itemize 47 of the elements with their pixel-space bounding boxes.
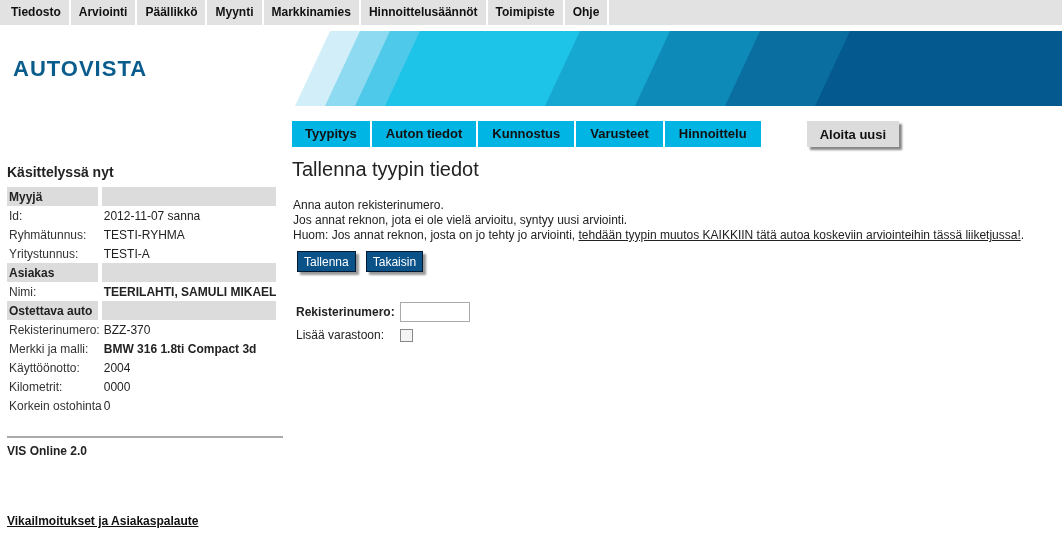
field-label: Yritystunnus:: [8, 245, 80, 263]
field-label: Korkein ostohinta: [8, 397, 102, 415]
field-label: Merkki ja malli:: [8, 340, 90, 358]
menu-item[interactable]: Markkinamies: [263, 0, 361, 25]
sidebar-title: Käsittelyssä nyt: [7, 164, 115, 182]
field-value: 0: [102, 397, 112, 415]
field-label: Id:: [8, 207, 24, 225]
field-value: 0000: [102, 378, 132, 396]
page-heading: Tallenna tyypin tiedot: [292, 158, 480, 181]
menu-item[interactable]: Ohje: [564, 0, 610, 25]
stock-checkbox[interactable]: [400, 328, 413, 342]
menu-item[interactable]: Päällikkö: [137, 0, 208, 25]
registration-input[interactable]: [400, 302, 470, 322]
warning-link[interactable]: tehdään tyypin muutos KAIKKIIN tätä autoa koskeviin arviointeihin tässä liiketjussa!: [578, 228, 1021, 242]
warning-text: Huom: Jos annat reknon, josta on jo tehty jo arviointi, tehdään tyypin muutos KAIKKIIN tätä autoa koskeviin arviointeihin tässä liiketjussa!.: [293, 228, 1026, 243]
version-label: VIS Online 2.0: [7, 444, 89, 458]
field-value: BMW 316 1.8ti Compact 3d: [102, 340, 258, 358]
nav-tab[interactable]: Auton tiedot: [371, 121, 477, 147]
nav-tab[interactable]: Varusteet: [576, 121, 663, 147]
menu-item[interactable]: Toimipiste: [487, 0, 565, 25]
field-value: TESTI-RYHMA: [102, 226, 186, 244]
menu-item[interactable]: Hinnoittelusäännöt: [360, 0, 488, 25]
field-label: Ryhmätunnus:: [8, 226, 88, 244]
nav-tab[interactable]: Kunnostus: [478, 121, 575, 147]
field-label: Kilometrit:: [8, 378, 64, 396]
field-value: 2012-11-07 sanna: [102, 207, 202, 225]
field-label: Nimi:: [8, 283, 38, 301]
nav-tab[interactable]: Hinnoittelu: [664, 121, 761, 147]
info-text: Jos annat reknon, jota ei ole vielä arvioitu, syntyy uusi arviointi.: [293, 213, 629, 228]
feedback-link[interactable]: Vikailmoitukset ja Asiakaspalaute: [7, 514, 292, 528]
menu-item[interactable]: Arviointi: [70, 0, 138, 25]
field-value: TESTI-A: [102, 245, 151, 263]
menu-item[interactable]: Tiedosto: [3, 0, 71, 25]
field-value: TEERILAHTI, SAMULI MIKAEL: [102, 283, 277, 301]
field-label: Käyttöönotto:: [8, 359, 81, 377]
checkbox-label: Lisää varastoon:: [296, 328, 386, 342]
nav-tab[interactable]: Tyypitys: [292, 121, 370, 147]
field-value: 2004: [102, 359, 132, 377]
start-over-button[interactable]: Aloita uusi: [806, 121, 900, 147]
back-button[interactable]: Takaisin: [365, 251, 424, 272]
field-label: Rekisterinumero:: [8, 321, 101, 339]
menu-item[interactable]: Myynti: [207, 0, 264, 25]
logo: AUTOVISTA: [12, 55, 149, 82]
save-button[interactable]: Tallenna: [297, 251, 356, 272]
info-text: Anna auton rekisterinumero.: [293, 198, 445, 213]
field-label: Rekisterinumero:: [296, 305, 396, 319]
field-value: BZZ-370: [102, 321, 152, 339]
